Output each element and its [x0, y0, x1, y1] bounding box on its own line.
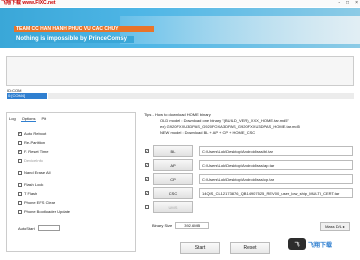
checkbox[interactable] [145, 205, 149, 209]
option-label: F. Reset Time [24, 149, 49, 154]
bl-path-field[interactable]: C:\Users\Lok\Desktop\Android\sss\bl.tar [199, 146, 353, 156]
option-t-flash[interactable]: T Flash [18, 191, 37, 196]
checkbox[interactable]: ✓ [18, 149, 22, 154]
file-row-ums: UMS [145, 201, 193, 213]
file-row-ap: ✓ AP C:\Users\Lok\Desktop\Android\sss\ap… [145, 159, 353, 171]
tips-title: Tips - How to download HOME binary [144, 112, 211, 117]
bottom-buttons: Start Reset [180, 242, 270, 254]
checkbox[interactable] [18, 170, 22, 175]
watermark: 飞 飞翔下载 [288, 238, 332, 250]
option-re-partition[interactable]: Re-Partition [18, 140, 45, 145]
option-flash-lock[interactable]: Flash Lock [18, 182, 43, 187]
window-title: 飞翔下载 www.FIXC.net [1, 0, 56, 6]
watermark-text: 飞翔下载 [308, 242, 333, 249]
binary-size-value: 392.6MB [175, 222, 210, 229]
option-f-reset-time[interactable]: ✓ F. Reset Time [18, 149, 48, 154]
checkbox[interactable] [18, 182, 22, 187]
option-label: Re-Partition [24, 140, 46, 145]
ap-button[interactable]: AP [153, 159, 193, 171]
maximize-button[interactable]: □ [346, 0, 349, 7]
tab-options[interactable]: Options [20, 116, 37, 122]
mass-download-button[interactable]: Mass D/L ▸ [320, 222, 350, 231]
watermark-logo-icon: 飞 [288, 238, 306, 250]
ap-path-field[interactable]: C:\Users\Lok\Desktop\Android\sss\ap.tar [199, 160, 353, 170]
banner: TEAM CC HAN HANH PHUC VU CAC CHUY Nothin… [0, 8, 360, 48]
cp-path-field[interactable]: C:\Users\Lok\Desktop\Android\sss\cp.tar [199, 174, 353, 184]
close-button[interactable]: × [355, 0, 358, 7]
autostart: AutoStart [18, 225, 60, 231]
checkbox[interactable] [18, 140, 22, 145]
tips-line2: ex) G920FXXU3DPAS_G920FOXA3DPAS_G920FXXU… [160, 124, 300, 129]
option-label: Nand Erase All [24, 170, 51, 175]
binary-size-label: Binary Size [152, 223, 173, 228]
csc-path-field[interactable]: 14QIS_CL12173876_QB14907525_REV00_user_l… [199, 188, 353, 198]
option-auto-reboot[interactable]: ✓ Auto Reboot [18, 131, 46, 136]
tips-line3: NEW model : Download BL + AP + CP + HOME… [160, 130, 256, 135]
file-row-cp: ✓ CP C:\Users\Lok\Desktop\Android\sss\cp… [145, 173, 353, 185]
option-phone-bootloader-update[interactable]: Phone Bootloader Update [18, 209, 70, 214]
checkbox[interactable]: ✓ [145, 149, 149, 153]
option-label: Phone EFS Clear [24, 200, 56, 205]
ums-button: UMS [153, 201, 193, 213]
start-button[interactable]: Start [180, 242, 220, 254]
banner-gradient [120, 16, 360, 44]
reset-button[interactable]: Reset [230, 242, 270, 254]
bl-button[interactable]: BL [153, 145, 193, 157]
option-device-info: DeviceInfo [18, 158, 43, 163]
tab-pit[interactable]: Pit [40, 116, 47, 122]
option-phone-efs-clear[interactable]: Phone EFS Clear [18, 200, 55, 205]
com-port-slots [48, 93, 354, 99]
file-row-csc: ✓ CSC 14QIS_CL12173876_QB14907525_REV00_… [145, 187, 353, 199]
tab-log[interactable]: Log [8, 116, 17, 122]
tips-line1: OLD model : Download one binary "(BUILD_… [160, 118, 289, 123]
file-row-bl: ✓ BL C:\Users\Lok\Desktop\Android\sss\bl… [145, 145, 353, 157]
autostart-label: AutoStart [18, 225, 35, 231]
banner-line2: Nothing is impossible by PrinceComsy [14, 36, 134, 43]
banner-line1: TEAM CC HAN HANH PHUC VU CAC CHUY [14, 26, 154, 32]
title-bar: 飞翔下载 www.FIXC.net - □ × [0, 0, 360, 7]
csc-button[interactable]: CSC [153, 187, 193, 199]
checkbox[interactable] [18, 191, 22, 196]
option-label: T Flash [24, 191, 38, 196]
autostart-select[interactable] [37, 225, 60, 231]
option-label: Phone Bootloader Update [24, 209, 71, 214]
progress-box [6, 56, 354, 86]
checkbox[interactable] [18, 200, 22, 205]
option-nand-erase-all[interactable]: Nand Erase All [18, 170, 50, 175]
cp-button[interactable]: CP [153, 173, 193, 185]
com-port-cell[interactable]: 0:[COM4] [7, 93, 47, 99]
checkbox [18, 158, 22, 163]
binary-size: Binary Size 392.6MB [152, 222, 210, 229]
option-label: Flash Lock [24, 182, 44, 187]
checkbox[interactable]: ✓ [145, 177, 149, 181]
minimize-button[interactable]: - [338, 0, 340, 7]
option-label: Auto Reboot [24, 131, 47, 136]
window-controls: - □ × [338, 0, 358, 7]
checkbox[interactable]: ✓ [145, 191, 149, 195]
checkbox[interactable]: ✓ [145, 163, 149, 167]
option-label: DeviceInfo [24, 158, 43, 163]
tabs: Log Options Pit [8, 116, 47, 122]
checkbox[interactable]: ✓ [18, 131, 22, 136]
checkbox[interactable] [18, 209, 22, 214]
